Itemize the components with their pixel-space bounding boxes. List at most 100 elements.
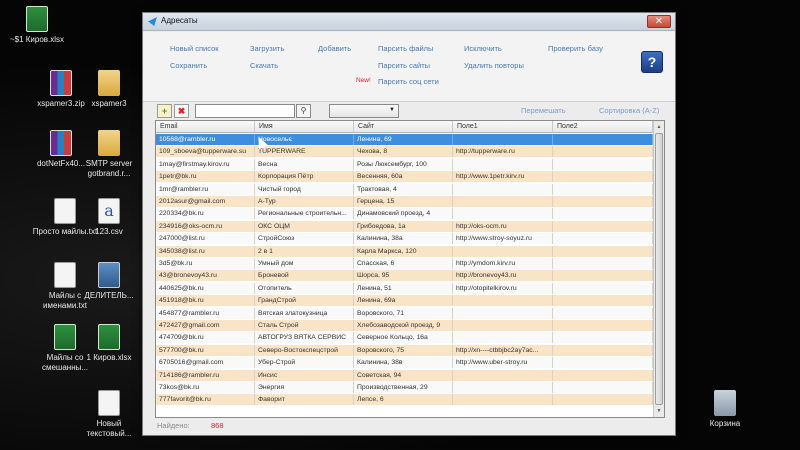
table-cell: http://www.stroy-soyuz.ru	[453, 233, 553, 245]
desktop-folder-xspamer[interactable]: xspamer3	[74, 70, 144, 109]
column-header-field1[interactable]: Поле1	[453, 121, 553, 133]
table-row[interactable]: 451918@bk.ru ГрандСтрой Ленина, 69а	[156, 295, 653, 307]
table-row[interactable]: 2012asur@gmail.com А-Тур Герцена, 15	[156, 196, 653, 208]
table-row[interactable]: 109_sboeva@tupperware.su TUPPERWARE Чехова…	[156, 146, 653, 158]
table-row[interactable]: 43@bronevoy43.ru Броневой Шорса, 95 http://…	[156, 270, 653, 282]
window-close-button[interactable]: ✕	[647, 15, 671, 28]
shuffle-link[interactable]: Перемешать	[521, 106, 566, 115]
sort-link[interactable]: Сортировка (A-Z)	[599, 106, 659, 115]
remove-duplicates-link[interactable]: Удалить повторы	[464, 61, 524, 70]
parse-social-link[interactable]: Парсить соц сети	[378, 77, 439, 86]
table-cell: Броневой	[255, 270, 354, 282]
table-cell	[553, 146, 653, 158]
window-titlebar[interactable]: Адресаты ✕	[143, 13, 675, 31]
desktop-file-new-text[interactable]: Новый текстовый...	[74, 390, 144, 439]
table-row[interactable]: 6705016@gmail.com Убер-Строй Калинина, 38в…	[156, 357, 653, 369]
status-bar: Найдено: 868	[143, 417, 675, 435]
folder-icon	[98, 130, 120, 156]
table-cell: http://oks-ocm.ru	[453, 220, 553, 232]
table-cell: http://ymdom.kirv.ru	[453, 258, 553, 270]
table-row[interactable]: 247000@list.ru СтройСоюз Калинина, 38а http…	[156, 233, 653, 245]
help-button[interactable]: ?	[641, 51, 663, 73]
add-row-button[interactable]: +	[157, 104, 172, 118]
table-row[interactable]: 714186@rambler.ru Инсис Советская, 94	[156, 369, 653, 381]
table-row[interactable]: 777favorit@bk.ru Фаворит Лепсе, 6	[156, 394, 653, 406]
table-cell: Хлебозаводской проезд, 9	[354, 320, 453, 332]
table-cell: Динамовский проезд, 4	[354, 208, 453, 220]
table-cell: 10568@rambler.ru	[156, 134, 255, 146]
desktop-recycle-bin[interactable]: Корзина	[690, 390, 760, 429]
scrollbar-thumb[interactable]	[655, 133, 663, 405]
table-row[interactable]: 220334@bk.ru Региональные строительн... Ди…	[156, 208, 653, 220]
table-cell: СтройСоюз	[255, 233, 354, 245]
table-cell: Лепсе, 6	[354, 394, 453, 406]
table-cell: 714186@rambler.ru	[156, 369, 255, 381]
desktop-folder-smtp[interactable]: SMTP server gotbrand.r...	[74, 130, 144, 179]
search-input[interactable]	[195, 104, 295, 118]
excel-file-icon	[54, 324, 76, 350]
table-cell: АВТОГРУЗ ВЯТКА СЕРВИС	[255, 332, 354, 344]
recipients-table: Email Имя Сайт Поле1 Поле2 10568@rambler…	[155, 120, 665, 418]
table-row[interactable]: 1mr@rambler.ru Чистый город Трактовая, 4	[156, 183, 653, 195]
add-link[interactable]: Добавить	[318, 44, 351, 53]
parse-files-link[interactable]: Парсить файлы	[378, 44, 433, 53]
scroll-down-arrow-icon[interactable]: ▼	[655, 406, 663, 416]
table-cell	[553, 282, 653, 294]
download-link[interactable]: Скачать	[250, 61, 278, 70]
table-row[interactable]: 234916@oks-ocm.ru ОКС ОЦМ Грибоедова, 1а ht…	[156, 220, 653, 232]
exclude-link[interactable]: Исключить	[464, 44, 502, 53]
table-cell	[553, 382, 653, 394]
new-list-link[interactable]: Новый список	[170, 44, 219, 53]
delete-row-button[interactable]: ✖	[174, 104, 189, 118]
table-cell	[553, 208, 653, 220]
table-row[interactable]: 440625@bk.ru Отопитель Ленина, 51 http://ot…	[156, 282, 653, 294]
table-row[interactable]: 73kos@bk.ru Энергия Производственная, 29	[156, 382, 653, 394]
desktop-file-delitel[interactable]: ДЕЛИТЕЛЬ...	[74, 262, 144, 301]
table-row[interactable]: 1petr@bk.ru Корпорация Пётр Весенняя, 60а h…	[156, 171, 653, 183]
table-row[interactable]: 345038@list.ru 2 в 1 Карла Маркса, 120	[156, 245, 653, 257]
table-cell: Воровского, 71	[354, 307, 453, 319]
table-cell: Карла Маркса, 120	[354, 245, 453, 257]
found-count: 868	[211, 421, 224, 430]
table-cell	[453, 382, 553, 394]
table-cell: Корпорация Пётр	[255, 171, 354, 183]
table-cell: Герцена, 15	[354, 196, 453, 208]
column-header-name[interactable]: Имя	[255, 121, 354, 133]
table-cell	[553, 394, 653, 406]
column-header-email[interactable]: Email	[156, 121, 255, 133]
table-cell	[553, 233, 653, 245]
table-row[interactable]: 472427@gmail.com Сталь Строй Хлебозаводско…	[156, 320, 653, 332]
desktop-file-1-kirov[interactable]: 1 Киров.xlsx	[74, 324, 144, 363]
table-cell	[453, 394, 553, 406]
table-row[interactable]: 10568@rambler.ru Новосельє Ленина, 69	[156, 134, 653, 146]
load-link[interactable]: Загрузить	[250, 44, 284, 53]
scroll-up-arrow-icon[interactable]: ▲	[655, 122, 663, 132]
check-base-link[interactable]: Проверить базу	[548, 44, 603, 53]
table-cell: Убер-Строй	[255, 357, 354, 369]
table-cell: Инсис	[255, 369, 354, 381]
save-link[interactable]: Сохранить	[170, 61, 207, 70]
table-row[interactable]: 454877@rambler.ru Вятская златокузница Вор…	[156, 307, 653, 319]
search-button[interactable]: ⚲	[296, 104, 311, 118]
table-row[interactable]: 577700@bk.ru Северо-Востокспецстрой Воровс…	[156, 344, 653, 356]
table-cell: ОКС ОЦМ	[255, 220, 354, 232]
table-row[interactable]: 474709@bk.ru АВТОГРУЗ ВЯТКА СЕРВИС Северно…	[156, 332, 653, 344]
table-cell: Советская, 94	[354, 369, 453, 381]
filter-combobox[interactable]: ▼	[329, 104, 399, 118]
column-header-site[interactable]: Сайт	[354, 121, 453, 133]
desktop-file-kirov-temp[interactable]: ~$1 Киров.xlsx	[2, 6, 72, 45]
table-cell	[553, 158, 653, 170]
column-header-field2[interactable]: Поле2	[553, 121, 653, 133]
table-row[interactable]: 3d5@bk.ru Умный дом Спасская, 6 http://ymdo…	[156, 258, 653, 270]
vertical-scrollbar[interactable]: ▲ ▼	[653, 121, 664, 417]
table-cell: Весна	[255, 158, 354, 170]
parse-sites-link[interactable]: Парсить сайты	[378, 61, 430, 70]
table-cell	[453, 320, 553, 332]
winrar-archive-icon	[50, 70, 72, 96]
image-file-icon	[98, 262, 120, 288]
desktop-icon-label: Корзина	[709, 419, 741, 428]
table-cell	[553, 134, 653, 146]
table-row[interactable]: 1may@firstmay.kirov.ru Весна Розы Люксембу…	[156, 158, 653, 170]
table-cell	[553, 344, 653, 356]
desktop-file-123-csv[interactable]: a 123.csv	[74, 198, 144, 237]
